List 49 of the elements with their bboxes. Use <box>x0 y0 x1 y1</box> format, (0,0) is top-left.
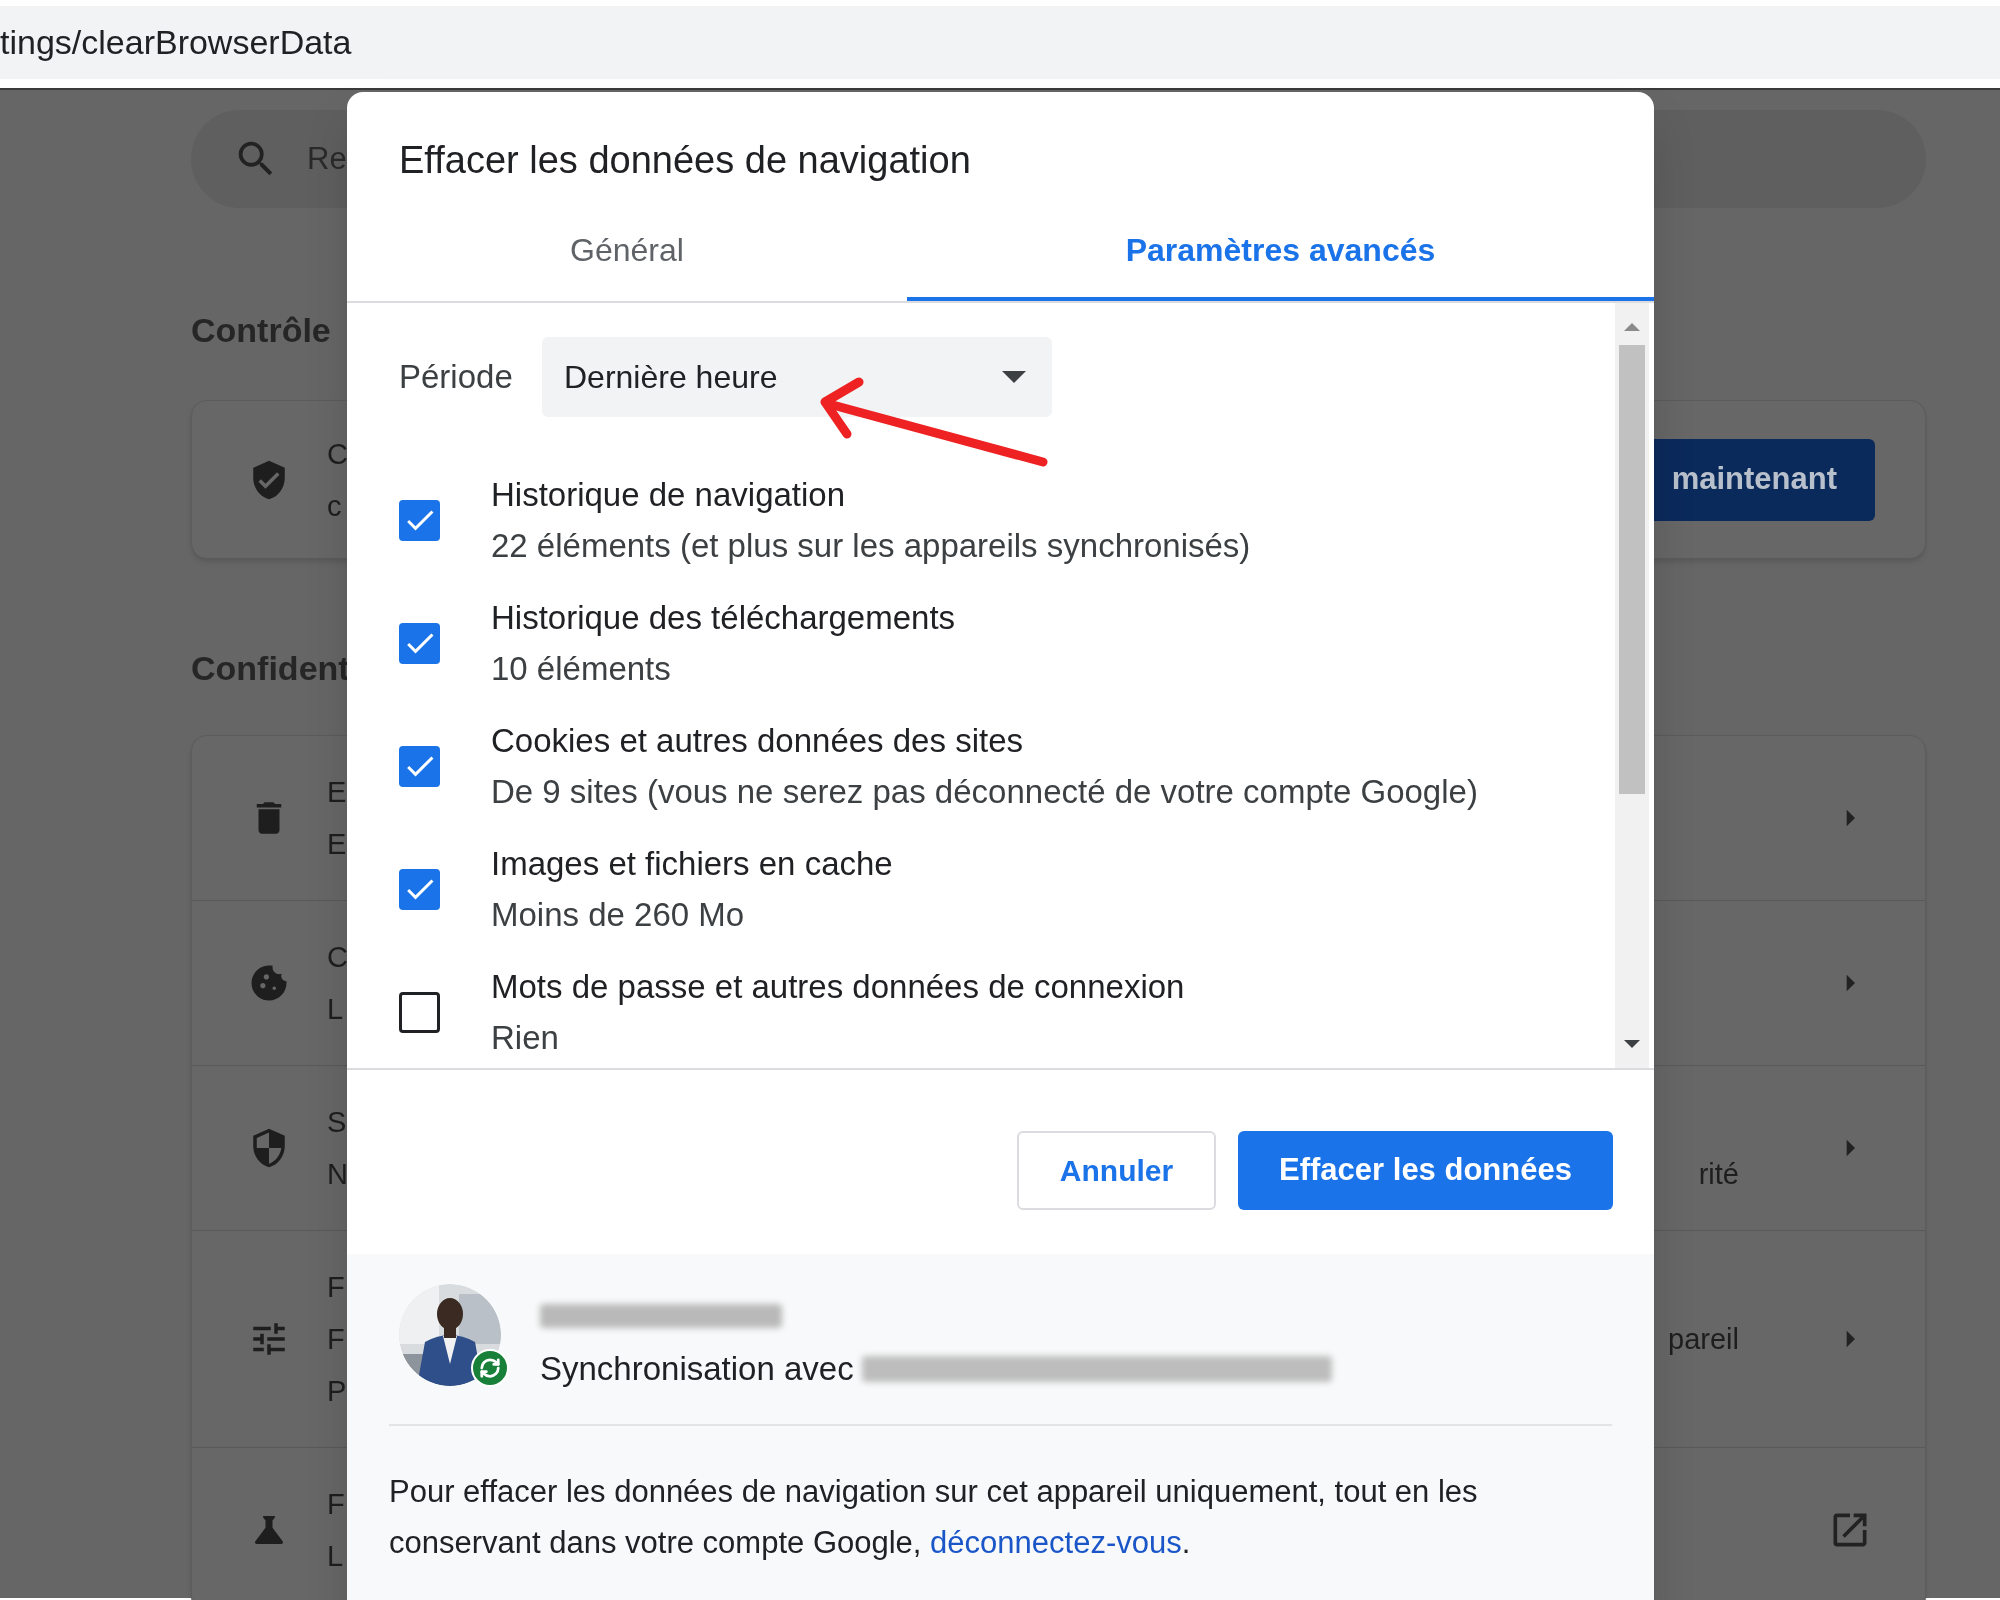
checkbox[interactable] <box>399 499 440 541</box>
setting-text: C <box>327 436 348 472</box>
period-label: Période <box>399 357 514 398</box>
setting-text: S <box>327 1105 347 1140</box>
setting-text: P <box>327 1374 347 1409</box>
sign-out-link[interactable]: déconnectez-vous <box>930 1524 1182 1560</box>
option-title: Historique de navigation <box>491 475 846 515</box>
setting-text: c <box>327 488 342 524</box>
setting-text: F <box>327 1322 345 1357</box>
option-detail: De 9 sites (vous ne serez pas déconnecté de votre compte Google) <box>491 772 1478 812</box>
setting-text: N <box>327 1157 348 1192</box>
checkbox[interactable] <box>399 622 440 664</box>
section-heading: Contrôle <box>191 309 331 351</box>
option-detail: Moins de 260 Mo <box>491 895 745 935</box>
option-title: Mots de passe et autres données de connexion <box>491 967 1185 1007</box>
tab[interactable]: Paramètres avancés <box>907 202 1654 301</box>
option-title: Historique des téléchargements <box>491 598 956 638</box>
scroll-up-icon[interactable] <box>1624 323 1640 331</box>
option-detail: 10 éléments <box>491 649 671 689</box>
scrollbar[interactable] <box>1615 303 1649 1068</box>
setting-text: L <box>327 992 344 1027</box>
tab[interactable]: Général <box>347 202 907 301</box>
option-title: Images et fichiers en cache <box>491 844 893 884</box>
sign-out-note: Pour effacer les données de navigation sur cet appareil uniquement, tout en les conservant dans votre compte Google, déconnectez-vous. <box>389 1472 1479 1562</box>
setting-text: C <box>327 940 348 975</box>
setting-text: F <box>327 1270 345 1305</box>
scroll-down-icon[interactable] <box>1624 1040 1640 1048</box>
dropdown-caret-icon <box>1002 371 1026 383</box>
setting-text: rité <box>1698 1157 1739 1192</box>
setting-text: E <box>327 775 347 810</box>
address-bar-url[interactable]: tings/clearBrowserData <box>0 17 352 68</box>
checkbox[interactable] <box>399 745 440 787</box>
option-detail: Rien <box>491 1018 559 1058</box>
scrollbar-thumb[interactable] <box>1619 345 1645 794</box>
checkbox[interactable] <box>399 991 440 1033</box>
sync-icon <box>471 1349 509 1387</box>
sync-text: Synchronisation avec <box>540 1349 854 1389</box>
period-dropdown[interactable]: Dernière heure <box>542 337 1052 417</box>
section-heading: Confident <box>191 647 350 689</box>
dialog-title: Effacer les données de navigation <box>399 139 971 181</box>
checkbox[interactable] <box>399 868 440 910</box>
setting-text: L <box>327 1539 344 1574</box>
setting-text: F <box>327 1487 345 1522</box>
clear-data-button[interactable]: Effacer les données <box>1238 1131 1613 1210</box>
cancel-button[interactable]: Annuler <box>1017 1131 1216 1210</box>
setting-text: pareil <box>1668 1322 1739 1357</box>
option-title: Cookies et autres données des sites <box>491 721 1023 761</box>
setting-text: E <box>327 827 347 862</box>
option-detail: 22 éléments (et plus sur les appareils synchronisés) <box>491 526 1251 566</box>
